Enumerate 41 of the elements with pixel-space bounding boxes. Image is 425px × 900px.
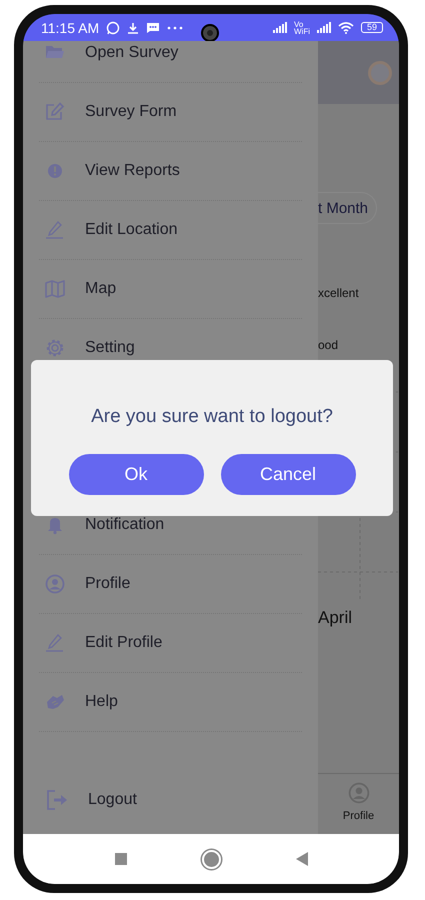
recents-icon[interactable] <box>114 853 126 865</box>
user-icon <box>45 574 65 594</box>
menu-item[interactable]: Edit Profile <box>39 614 302 673</box>
avatar-icon <box>367 60 393 86</box>
message-icon <box>146 22 160 34</box>
handshake-icon <box>45 692 65 712</box>
menu-item[interactable]: Profile <box>39 555 302 614</box>
clock-time: 11:15 AM <box>41 20 100 36</box>
cancel-button[interactable]: Cancel <box>220 454 356 495</box>
wifi-icon <box>338 22 354 34</box>
menu-item[interactable]: Help <box>39 673 302 732</box>
map-icon <box>45 279 65 299</box>
back-icon[interactable] <box>296 852 308 866</box>
signal-icon <box>316 22 331 33</box>
signal-icon <box>272 22 287 33</box>
legend-label: ood <box>318 338 340 352</box>
period-selector[interactable]: t Month <box>318 192 378 224</box>
legend-label: xcellent <box>318 286 360 300</box>
download-icon <box>127 22 140 34</box>
user-icon <box>348 782 370 804</box>
more-icon <box>167 26 184 30</box>
chat-bubble-icon <box>106 20 120 34</box>
logout-item[interactable]: Logout <box>23 785 318 834</box>
home-icon[interactable] <box>202 850 220 868</box>
vowifi-label: Vo <box>294 20 304 28</box>
settings-icon <box>45 338 65 358</box>
axis-label: April <box>318 608 354 628</box>
pencil-icon <box>45 633 65 653</box>
logout-icon <box>46 789 68 811</box>
menu-item[interactable]: View Reports <box>39 142 302 201</box>
dialog-message: Are you sure want to logout? <box>91 406 333 428</box>
vowifi-label: WiFi <box>294 28 310 34</box>
menu-item[interactable]: Open Survey <box>39 41 302 83</box>
battery-indicator: 59 <box>360 22 383 33</box>
alert-icon <box>45 161 65 181</box>
edit-icon <box>45 102 65 122</box>
ok-button[interactable]: Ok <box>68 454 204 495</box>
menu-item[interactable]: Survey Form <box>39 83 302 142</box>
pencil-icon <box>45 220 65 240</box>
menu-item[interactable]: Map <box>39 260 302 319</box>
menu-item[interactable]: Edit Location <box>39 201 302 260</box>
